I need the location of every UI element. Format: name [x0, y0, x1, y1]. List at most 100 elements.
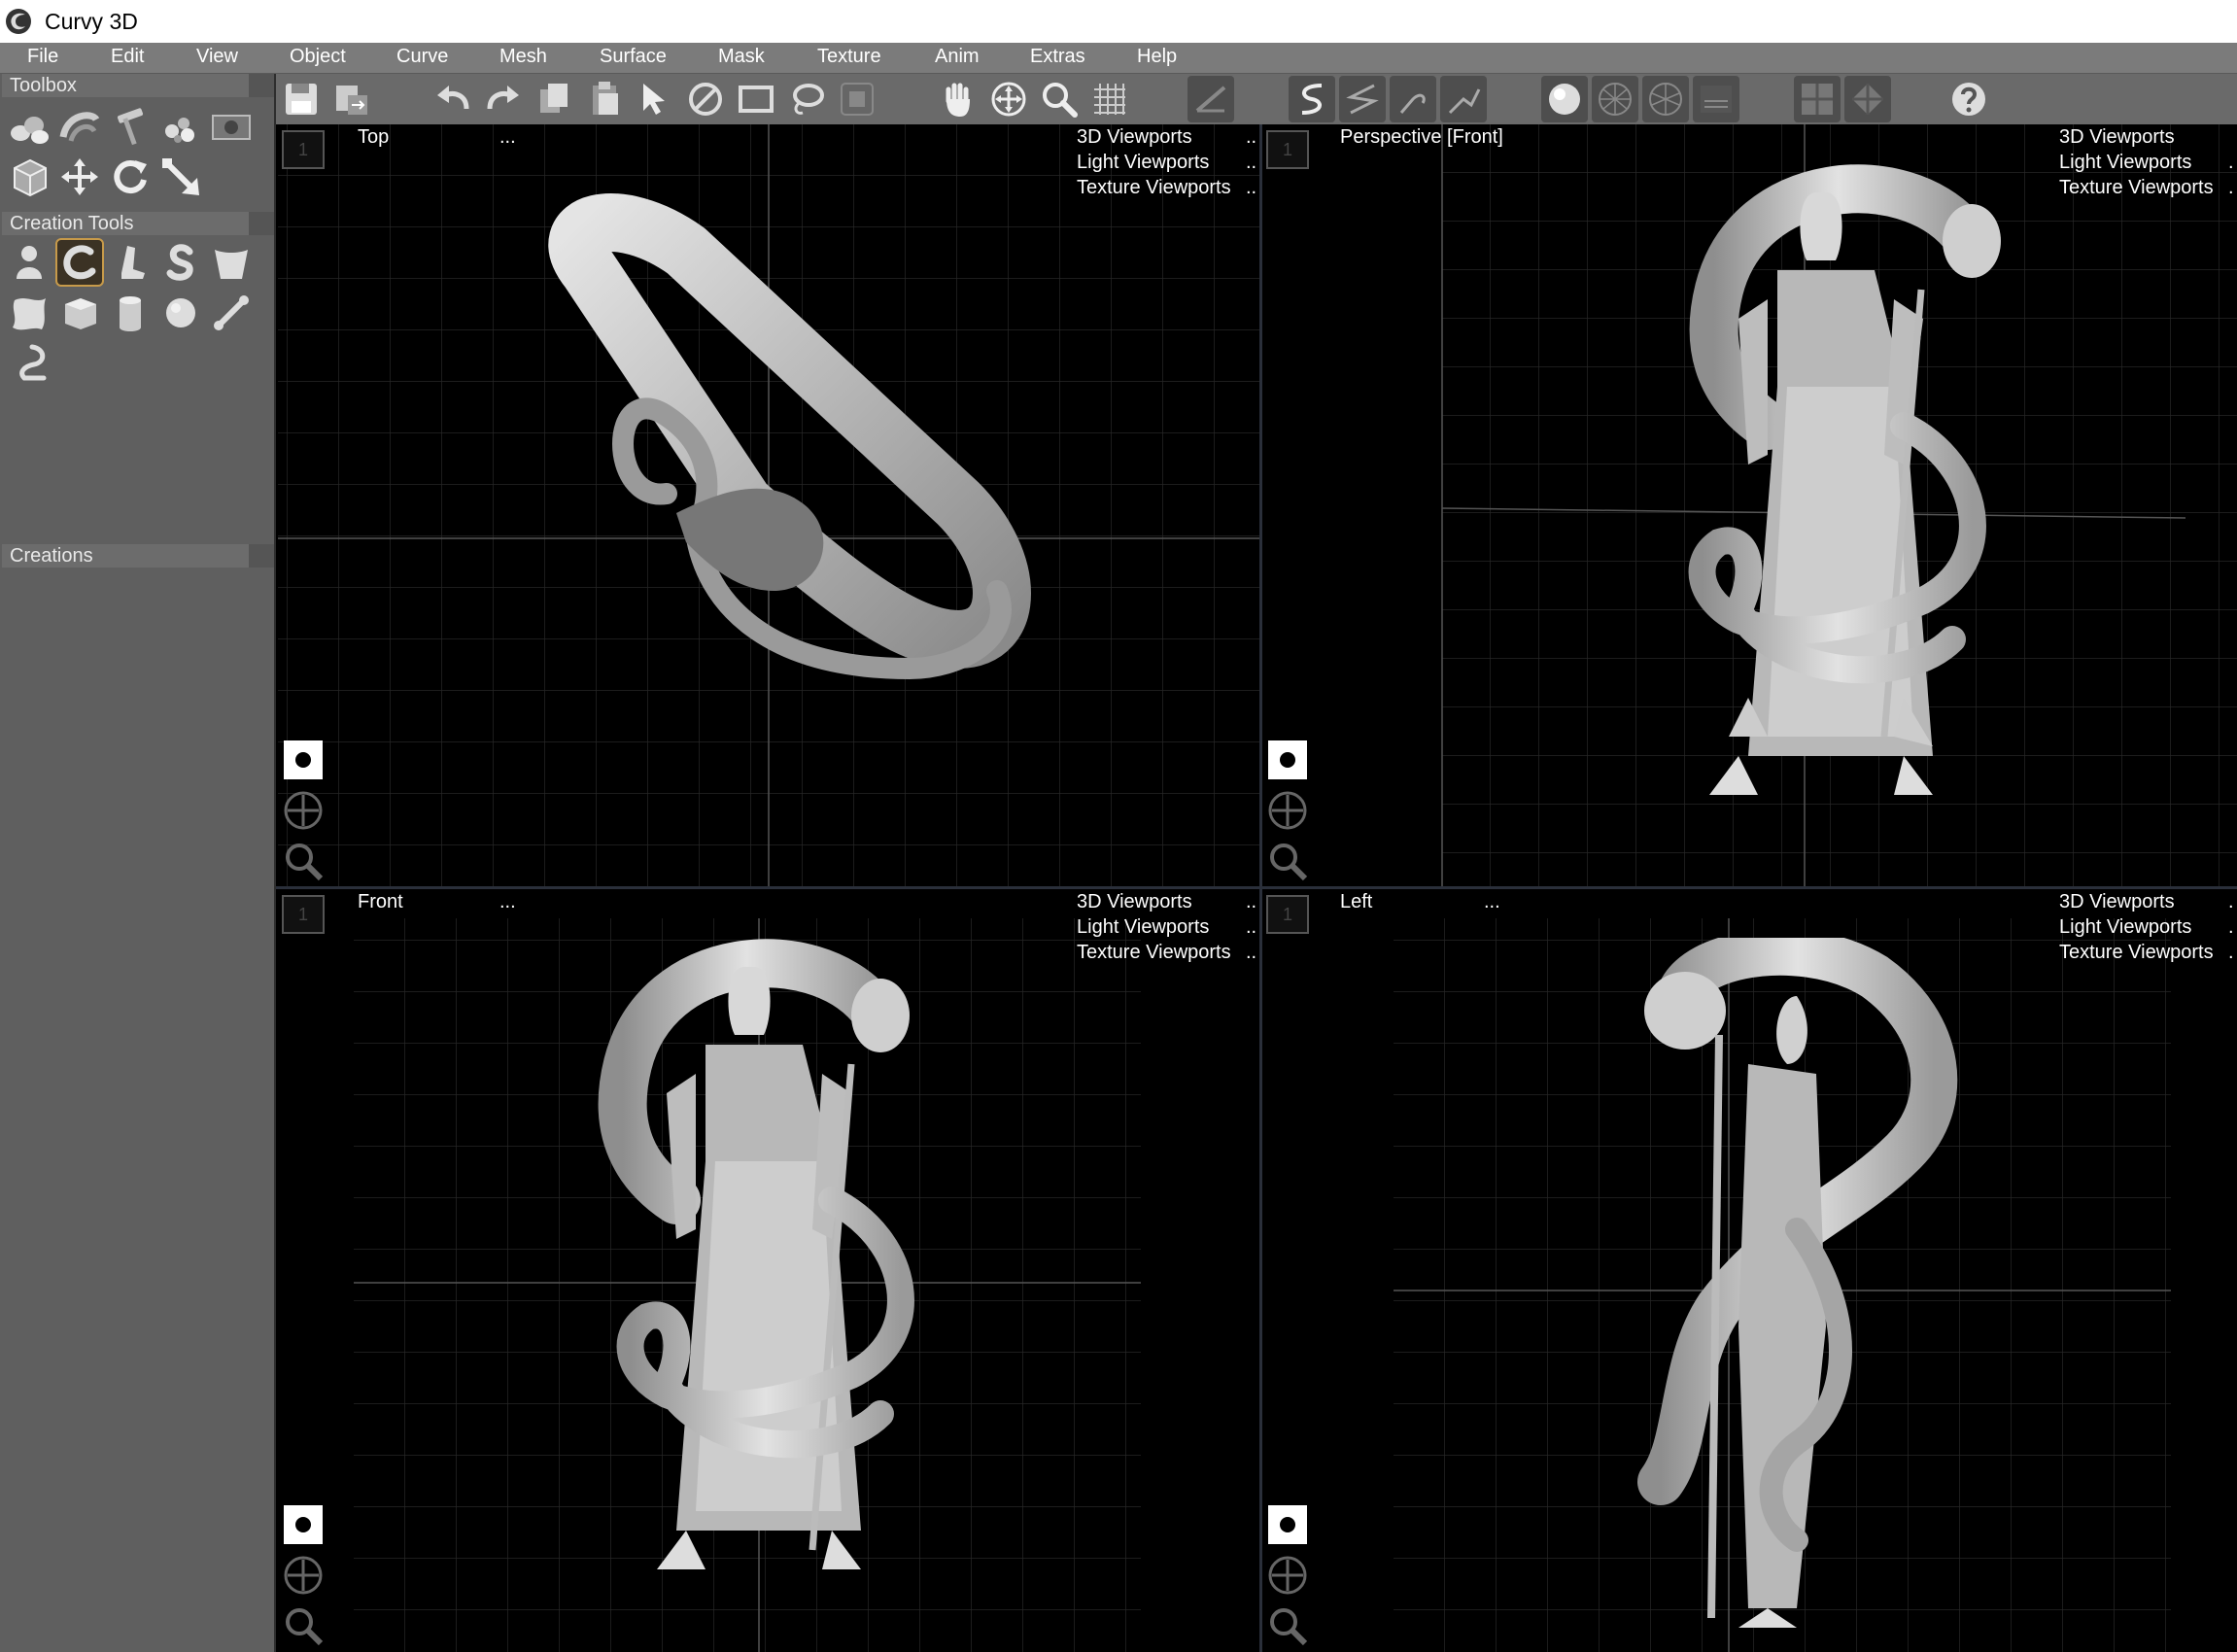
menu-mesh[interactable]: Mesh — [499, 46, 547, 68]
save-icon[interactable] — [278, 76, 325, 122]
viewport-menu-texture[interactable]: Texture Viewports — [2059, 177, 2214, 199]
toolbox-header[interactable]: Toolbox — [2, 74, 274, 97]
cloth-icon[interactable] — [5, 289, 53, 337]
curve-z-icon[interactable] — [1339, 76, 1386, 122]
select-arrow-icon[interactable] — [632, 76, 678, 122]
viewport-menu-more[interactable]: . — [2228, 916, 2234, 939]
viewport-menu-texture[interactable]: Texture Viewports — [1077, 942, 1231, 964]
cup-icon[interactable] — [207, 238, 256, 287]
viewport-options-dots[interactable]: ... — [1484, 891, 1500, 913]
tube-icon[interactable] — [55, 238, 104, 287]
viewport-pan-icon[interactable] — [282, 789, 325, 832]
redo-icon[interactable] — [480, 76, 527, 122]
viewport-label[interactable]: Perspective [Front] — [1340, 126, 1503, 149]
paste-icon[interactable] — [581, 76, 628, 122]
move-view-icon[interactable] — [985, 76, 1032, 122]
viewport-menu-more[interactable]: .. — [1246, 177, 1256, 199]
bone-icon[interactable] — [207, 289, 256, 337]
viewport-menu-light[interactable]: Light Viewports — [1077, 152, 1209, 174]
viewport-label[interactable]: Top — [358, 126, 389, 149]
menu-view[interactable]: View — [196, 46, 238, 68]
menu-texture[interactable]: Texture — [817, 46, 881, 68]
objects-icon[interactable] — [5, 102, 53, 151]
rotate-icon[interactable] — [106, 153, 155, 201]
viewport-zoom-icon[interactable] — [282, 1604, 325, 1647]
mask-icon[interactable] — [834, 76, 880, 122]
viewport-label[interactable]: Front — [358, 891, 403, 913]
creations-header[interactable]: Creations — [2, 544, 274, 568]
quad-view-icon[interactable] — [1794, 76, 1841, 122]
viewport-menu-light[interactable]: Light Viewports — [1077, 916, 1209, 939]
grid-icon[interactable] — [1086, 76, 1133, 122]
viewport-menu-3d[interactable]: 3D Viewports — [1077, 891, 1192, 913]
viewport-menu-more[interactable]: . — [2228, 891, 2234, 913]
scale-icon[interactable] — [156, 153, 205, 201]
boot-icon[interactable] — [106, 238, 155, 287]
viewport-zoom-icon[interactable] — [1266, 1604, 1309, 1647]
viewport-menu-more[interactable]: .. — [1246, 126, 1256, 149]
viewport-number[interactable]: 1 — [282, 895, 325, 934]
viewport-menu-more[interactable]: .. — [1246, 152, 1256, 174]
viewport-left[interactable]: 1 Left ... 3D Viewports Light Viewports … — [1262, 889, 2237, 1652]
viewport-fit-icon[interactable] — [282, 739, 325, 781]
viewport-pan-icon[interactable] — [1266, 789, 1309, 832]
lasso-icon[interactable] — [783, 76, 830, 122]
curve-s-icon[interactable] — [1289, 76, 1335, 122]
viewport-menu-more[interactable]: .. — [1246, 942, 1256, 964]
viewport-zoom-icon[interactable] — [1266, 840, 1309, 882]
hammer-icon[interactable] — [106, 102, 155, 151]
viewport-menu-more[interactable]: . — [2228, 942, 2234, 964]
viewport-options-dots[interactable]: ... — [499, 891, 516, 913]
cylinder-icon[interactable] — [106, 289, 155, 337]
viewport-options-dots[interactable]: ... — [499, 126, 516, 149]
viewport-menu-light[interactable]: Light Viewports — [2059, 152, 2191, 174]
viewport-label[interactable]: Left — [1340, 891, 1372, 913]
viewport-pan-icon[interactable] — [282, 1554, 325, 1597]
cube-icon[interactable] — [55, 289, 104, 337]
export-icon[interactable] — [328, 76, 375, 122]
move-icon[interactable] — [55, 153, 104, 201]
menu-anim[interactable]: Anim — [935, 46, 980, 68]
undo-icon[interactable] — [430, 76, 476, 122]
wire-sphere-2-icon[interactable] — [1642, 76, 1689, 122]
curve-zigzag-icon[interactable] — [1440, 76, 1487, 122]
viewport-menu-3d[interactable]: 3D Viewports — [2059, 126, 2175, 149]
box-select-icon[interactable] — [5, 153, 53, 201]
viewport-menu-3d[interactable]: 3D Viewports — [1077, 126, 1192, 149]
diamond-view-icon[interactable] — [1844, 76, 1891, 122]
viewport-zoom-icon[interactable] — [282, 840, 325, 882]
measure-icon[interactable] — [1187, 76, 1234, 122]
shaded-sphere-icon[interactable] — [1541, 76, 1588, 122]
viewport-fit-icon[interactable] — [282, 1503, 325, 1546]
menu-mask[interactable]: Mask — [718, 46, 765, 68]
curve-hook-icon[interactable] — [1390, 76, 1436, 122]
viewport-menu-3d[interactable]: 3D Viewports — [2059, 891, 2175, 913]
viewport-fit-icon[interactable] — [1266, 1503, 1309, 1546]
viewport-number[interactable]: 1 — [1266, 130, 1309, 169]
viewport-number[interactable]: 1 — [1266, 895, 1309, 934]
paint-blobs-icon[interactable] — [156, 102, 205, 151]
viewport-menu-texture[interactable]: Texture Viewports — [1077, 177, 1231, 199]
viewport-perspective[interactable]: 1 Perspective [Front] 3D Viewports Light… — [1262, 124, 2237, 886]
sweep-icon[interactable] — [55, 102, 104, 151]
viewport-divider-horizontal[interactable] — [276, 886, 2237, 889]
menu-extras[interactable]: Extras — [1030, 46, 1085, 68]
curved-wires-icon[interactable] — [1693, 76, 1739, 122]
zoom-icon[interactable] — [1036, 76, 1083, 122]
viewport-menu-texture[interactable]: Texture Viewports — [2059, 942, 2214, 964]
viewport-menu-more[interactable]: .. — [1246, 891, 1256, 913]
menu-file[interactable]: File — [27, 46, 58, 68]
viewport-number[interactable]: 1 — [282, 130, 325, 169]
wire-sphere-icon[interactable] — [1592, 76, 1638, 122]
viewport-top[interactable]: 1 Top ... 3D Viewports Light Viewports T… — [278, 124, 1259, 886]
pan-hand-icon[interactable] — [935, 76, 981, 122]
sphere-icon[interactable] — [156, 289, 205, 337]
viewport-menu-light[interactable]: Light Viewports — [2059, 916, 2191, 939]
menu-edit[interactable]: Edit — [111, 46, 144, 68]
viewport-pan-icon[interactable] — [1266, 1554, 1309, 1597]
viewport-menu-more[interactable]: . — [2228, 152, 2234, 174]
deselect-icon[interactable] — [682, 76, 729, 122]
image-plane-icon[interactable] — [207, 102, 256, 151]
viewport-menu-more[interactable]: . — [2228, 177, 2234, 199]
creation-tools-header[interactable]: Creation Tools — [2, 212, 274, 235]
